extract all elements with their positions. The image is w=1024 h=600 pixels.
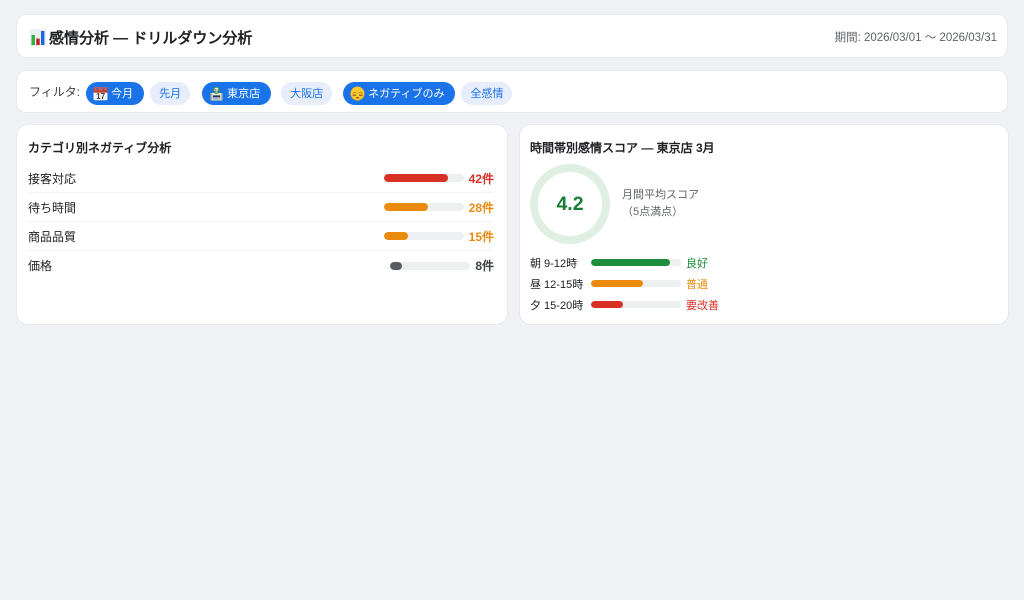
svg-text:17: 17 <box>96 92 105 101</box>
svg-text:24: 24 <box>214 87 220 92</box>
